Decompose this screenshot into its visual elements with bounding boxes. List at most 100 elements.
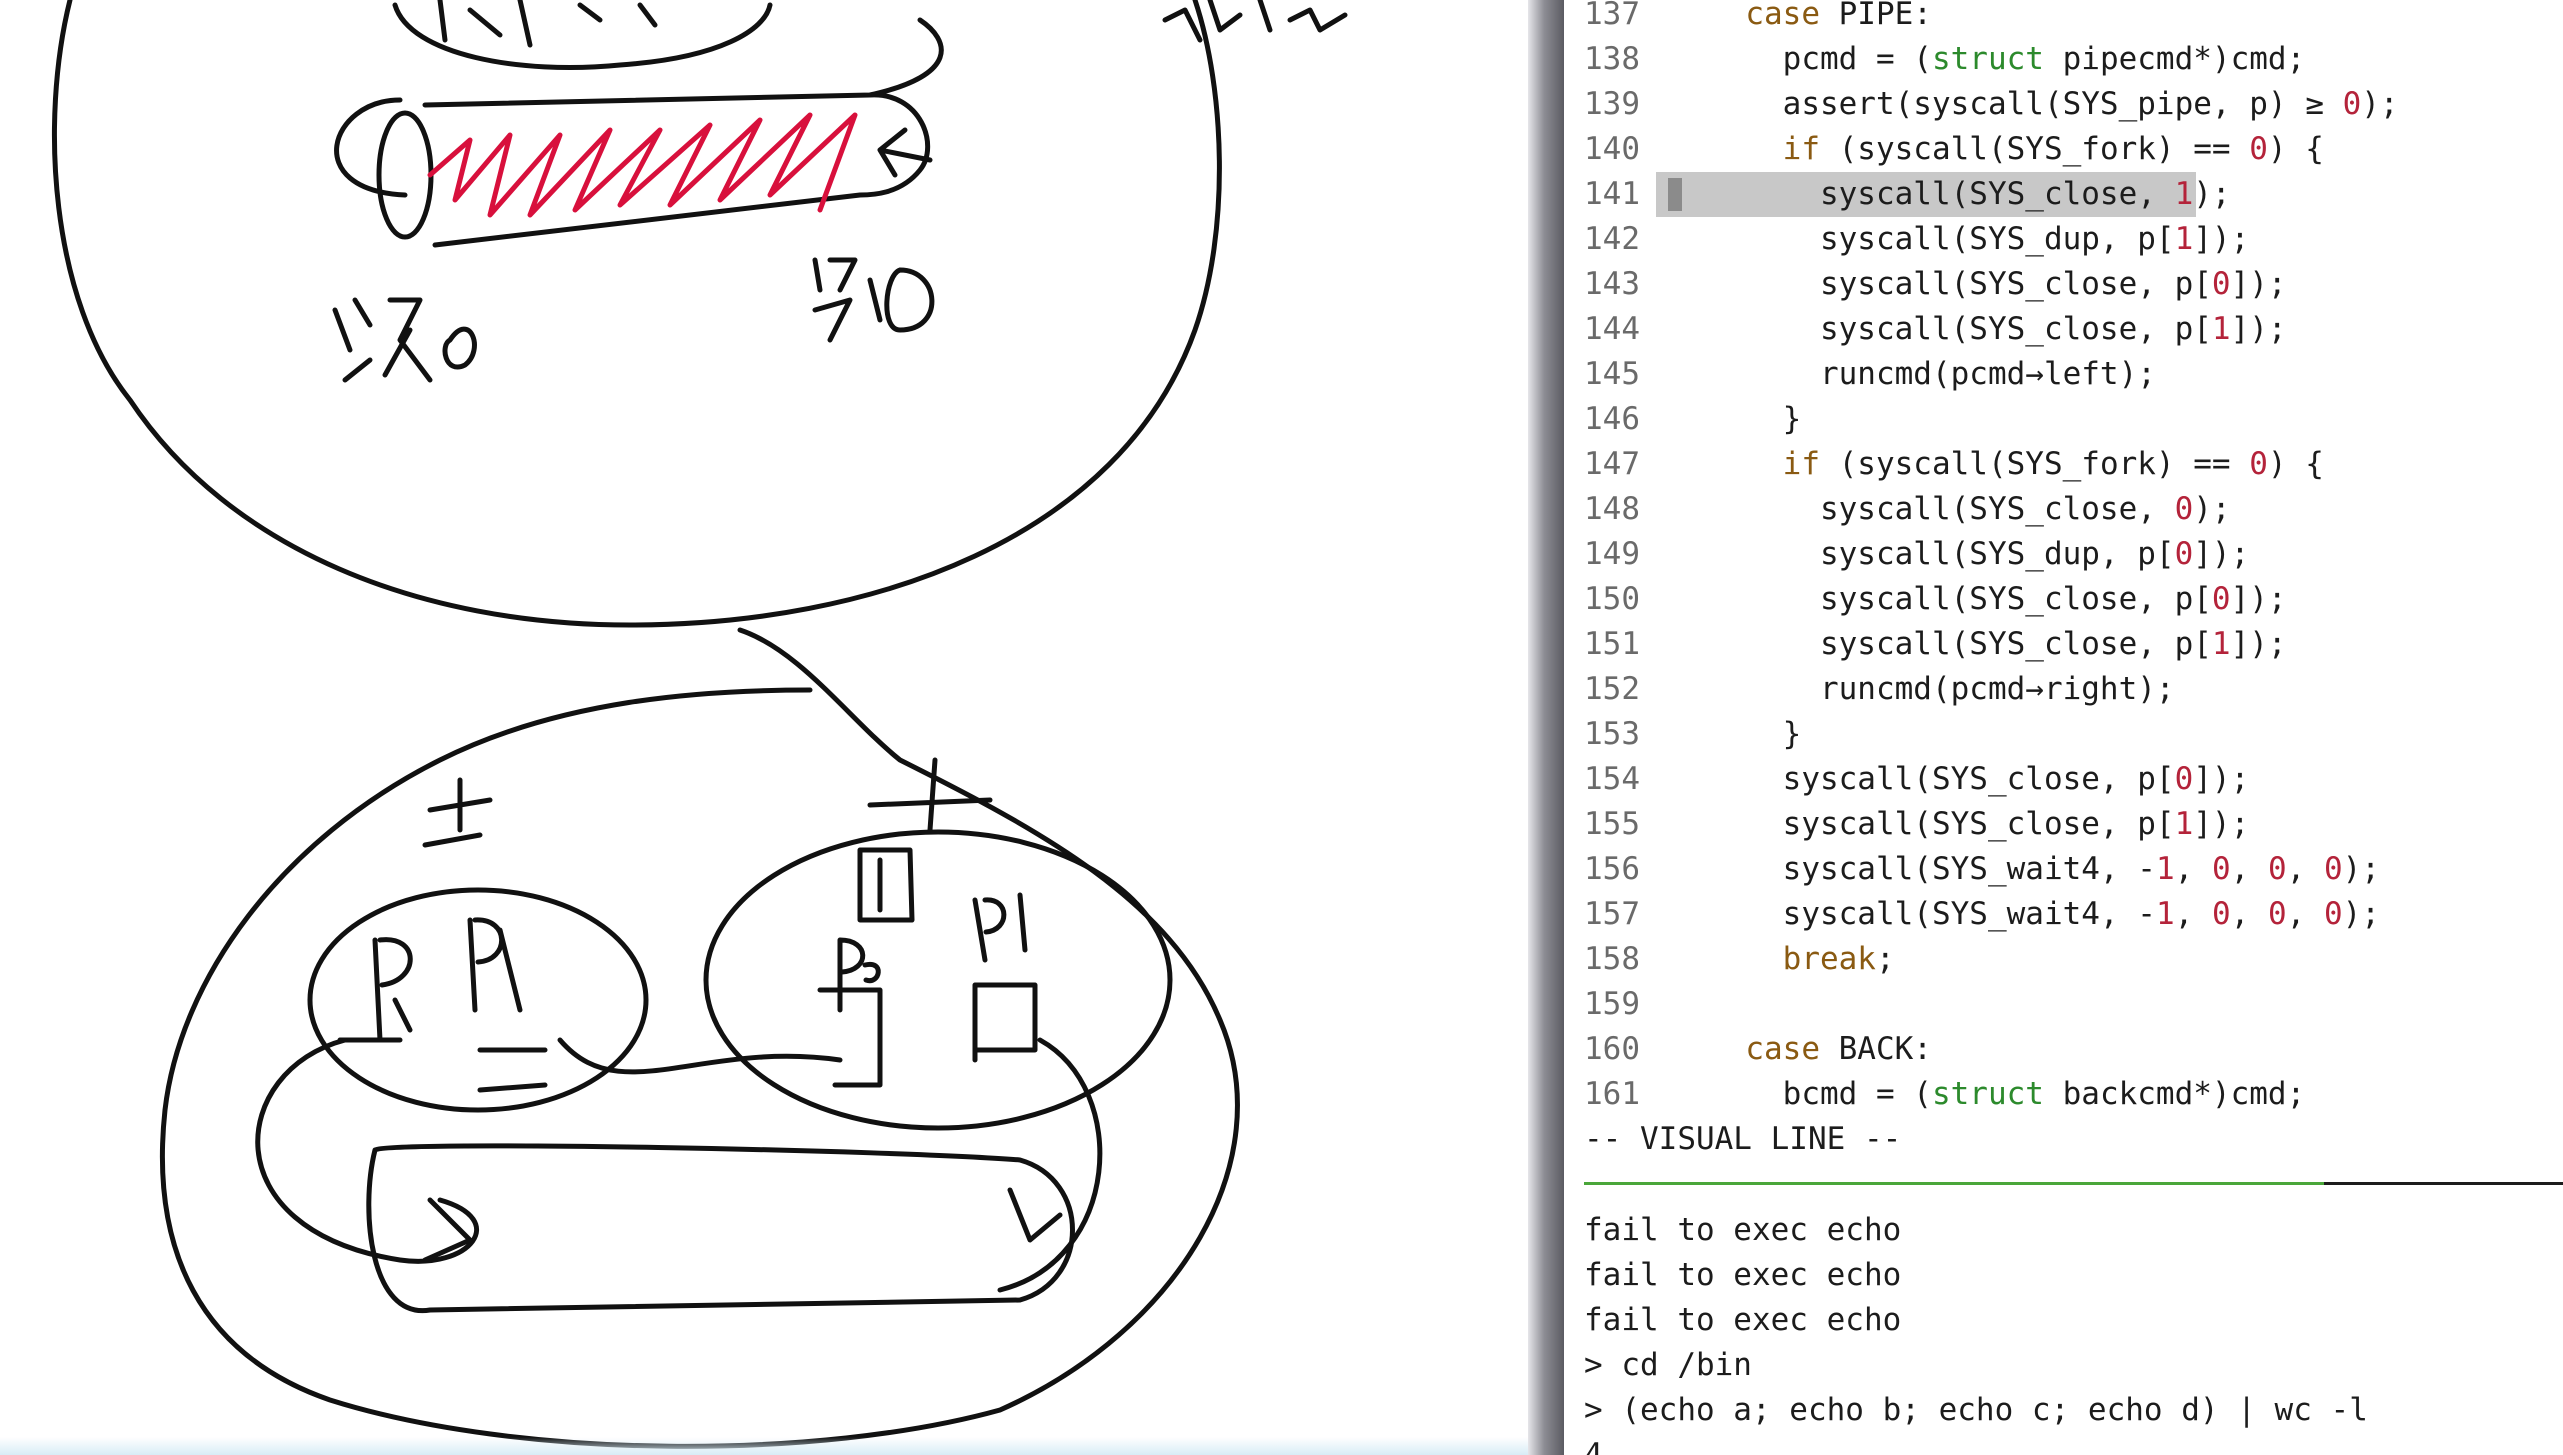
code-token: syscall(SYS_wait4, - xyxy=(1708,896,2156,932)
read-end-label xyxy=(332,297,477,383)
code-line[interactable]: 141 syscall(SYS_close, 1); xyxy=(1564,172,2563,217)
code-text: syscall(SYS_close, p[1]); xyxy=(1708,622,2287,667)
code-token: , xyxy=(2174,896,2212,932)
line-number: 142 xyxy=(1584,221,1640,257)
code-token: ); xyxy=(2342,851,2380,887)
code-line[interactable]: 152 runcmd(pcmd→right); xyxy=(1564,667,2563,712)
code-token: syscall(SYS_close, xyxy=(1708,491,2175,527)
code-token: , xyxy=(2174,851,2212,887)
code-text: syscall(SYS_close, 0); xyxy=(1708,487,2231,532)
code-token: runcmd(pcmd→right); xyxy=(1708,671,2175,707)
right-p1-label xyxy=(972,892,1028,963)
line-number: 144 xyxy=(1584,311,1640,347)
line-number: 155 xyxy=(1584,806,1640,842)
code-line[interactable]: 154 syscall(SYS_close, p[0]); xyxy=(1564,757,2563,802)
code-line[interactable]: 142 syscall(SYS_dup, p[1]); xyxy=(1564,217,2563,262)
pipe-arrows xyxy=(422,1187,1063,1263)
line-number: 161 xyxy=(1584,1076,1640,1112)
right-p0-label xyxy=(837,937,881,1013)
line-number: 147 xyxy=(1584,446,1640,482)
line-number: 158 xyxy=(1584,941,1640,977)
code-line[interactable]: 160 case BACK: xyxy=(1564,1027,2563,1072)
line-number: 141 xyxy=(1584,176,1640,212)
code-line[interactable]: 148 syscall(SYS_close, 0); xyxy=(1564,487,2563,532)
line-number: 146 xyxy=(1584,401,1640,437)
code-line[interactable]: 161 bcmd = (struct backcmd*)cmd; xyxy=(1564,1072,2563,1117)
code-line[interactable]: 153 } xyxy=(1564,712,2563,757)
code-line[interactable]: 158 break; xyxy=(1564,937,2563,982)
code-token: pipecmd*)cmd; xyxy=(2043,41,2306,77)
code-token: } xyxy=(1708,716,1802,752)
code-token: (syscall(SYS_fork) == xyxy=(1819,131,2250,167)
text-cursor xyxy=(1668,178,1682,211)
line-number: 160 xyxy=(1584,1031,1640,1067)
top-handwriting xyxy=(437,0,658,48)
code-token: 0 xyxy=(2249,446,2268,482)
code-line[interactable]: 151 syscall(SYS_close, p[1]); xyxy=(1564,622,2563,667)
code-line[interactable]: 155 syscall(SYS_close, p[1]); xyxy=(1564,802,2563,847)
code-token: if xyxy=(1782,131,1820,167)
code-line[interactable]: 137 case PIPE: xyxy=(1564,0,2563,37)
code-line[interactable]: 147 if (syscall(SYS_fork) == 0) { xyxy=(1564,442,2563,487)
code-token: , xyxy=(2286,896,2324,932)
pipe-red-hatching xyxy=(427,112,858,218)
code-line[interactable]: 143 syscall(SYS_close, p[0]); xyxy=(1564,262,2563,307)
whiteboard-canvas[interactable] xyxy=(0,0,1548,1455)
code-text: if (syscall(SYS_fork) == 0) { xyxy=(1708,127,2324,172)
code-token: ); xyxy=(2342,896,2380,932)
code-line[interactable]: 145 runcmd(pcmd→left); xyxy=(1564,352,2563,397)
code-token: case xyxy=(1745,1031,1820,1067)
code-token: 0 xyxy=(2342,86,2362,122)
code-token: syscall(SYS_dup, p[ xyxy=(1708,221,2175,257)
code-token: (syscall(SYS_fork) == xyxy=(1819,446,2250,482)
code-text: assert(syscall(SYS_pipe, p) ≥ 0); xyxy=(1708,82,2399,127)
code-token: 0 xyxy=(2323,851,2343,887)
code-line[interactable]: 138 pcmd = (struct pipecmd*)cmd; xyxy=(1564,37,2563,82)
code-line[interactable]: 157 syscall(SYS_wait4, -1, 0, 0, 0); xyxy=(1564,892,2563,937)
code-token: syscall(SYS_close, p[ xyxy=(1708,806,2175,842)
pipe-end-ellipse xyxy=(376,110,434,240)
code-token: } xyxy=(1708,401,1802,437)
code-text: syscall(SYS_close, p[1]); xyxy=(1708,802,2250,847)
code-text: syscall(SYS_close, p[1]); xyxy=(1708,307,2287,352)
code-token: ]); xyxy=(2193,221,2250,257)
line-number: 157 xyxy=(1584,896,1640,932)
code-token: 0 xyxy=(2174,491,2194,527)
line-number: 159 xyxy=(1584,986,1640,1022)
code-token: syscall(SYS_wait4, - xyxy=(1708,851,2156,887)
code-token: 1 xyxy=(2211,626,2231,662)
code-token: 0 xyxy=(2174,536,2194,572)
code-line[interactable]: 146 } xyxy=(1564,397,2563,442)
code-text: bcmd = (struct backcmd*)cmd; xyxy=(1708,1072,2306,1117)
code-token: syscall(SYS_close, p[ xyxy=(1708,761,2175,797)
code-line[interactable]: 140 if (syscall(SYS_fork) == 0) { xyxy=(1564,127,2563,172)
code-token: break xyxy=(1782,941,1876,977)
code-line[interactable]: 149 syscall(SYS_dup, p[0]); xyxy=(1564,532,2563,577)
code-line[interactable]: 144 syscall(SYS_close, p[1]); xyxy=(1564,307,2563,352)
terminal-line: fail to exec echo xyxy=(1584,1212,1902,1248)
code-text: syscall(SYS_close, p[0]); xyxy=(1708,577,2287,622)
code-line[interactable]: 156 syscall(SYS_wait4, -1, 0, 0, 0); xyxy=(1564,847,2563,892)
code-text: } xyxy=(1708,397,1802,442)
line-number: 150 xyxy=(1584,581,1640,617)
line-number: 137 xyxy=(1584,0,1640,32)
window-divider[interactable] xyxy=(1528,0,1564,1455)
top-inner-oval xyxy=(392,2,773,70)
code-line[interactable]: 139 assert(syscall(SYS_pipe, p) ≥ 0); xyxy=(1564,82,2563,127)
code-token: struct xyxy=(1931,41,2044,77)
code-token: ) { xyxy=(2267,446,2324,482)
code-line[interactable]: 150 syscall(SYS_close, p[0]); xyxy=(1564,577,2563,622)
code-editor[interactable]: 137 case PIPE: 138 pcmd = (struct pipecmd… xyxy=(1564,0,2563,1455)
code-token: 1 xyxy=(2174,176,2194,212)
line-number: 138 xyxy=(1584,41,1640,77)
code-token: 0 xyxy=(2267,896,2287,932)
code-token: , xyxy=(2230,896,2268,932)
code-line[interactable]: 159 xyxy=(1564,982,2563,1027)
code-text: } xyxy=(1708,712,1802,757)
line-number: 152 xyxy=(1584,671,1640,707)
code-token: runcmd(pcmd→left); xyxy=(1708,356,2156,392)
top-right-handwriting xyxy=(1162,0,1348,43)
code-token: ]); xyxy=(2230,266,2287,302)
code-token: ; xyxy=(1875,941,1895,977)
